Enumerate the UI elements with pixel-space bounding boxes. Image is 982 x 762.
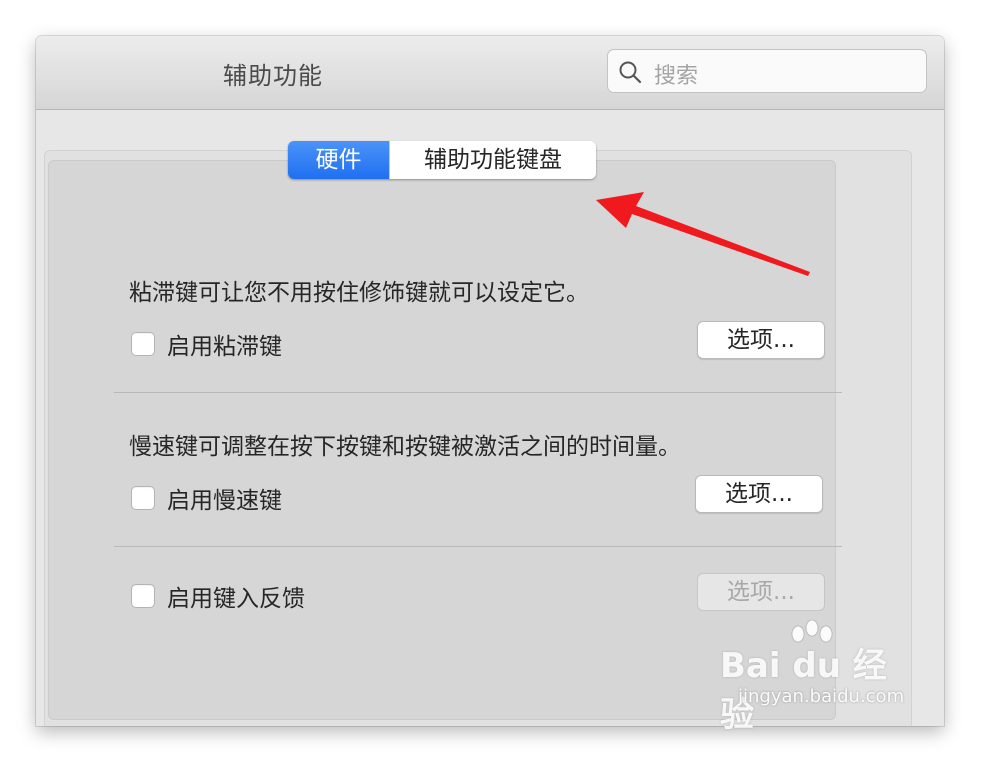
sticky-keys-checkbox[interactable] bbox=[131, 332, 155, 356]
tab-hardware[interactable]: 硬件 bbox=[288, 141, 389, 179]
divider bbox=[114, 546, 842, 547]
search-field[interactable]: 搜索 bbox=[607, 49, 927, 93]
typing-feedback-label[interactable]: 启用键入反馈 bbox=[167, 579, 305, 613]
typing-feedback-options-button: 选项... bbox=[697, 573, 825, 611]
title-bar: 辅助功能 搜索 bbox=[36, 36, 944, 110]
sticky-keys-description: 粘滞键可让您不用按住修饰键就可以设定它。 bbox=[129, 280, 589, 306]
search-placeholder: 搜索 bbox=[654, 64, 699, 89]
divider bbox=[114, 392, 842, 393]
typing-feedback-checkbox[interactable] bbox=[131, 584, 155, 608]
slow-keys-checkbox[interactable] bbox=[131, 486, 155, 510]
segmented-tabs: 硬件 辅助功能键盘 bbox=[288, 141, 596, 179]
sticky-keys-label[interactable]: 启用粘滞键 bbox=[167, 327, 282, 361]
slow-keys-label[interactable]: 启用慢速键 bbox=[167, 481, 282, 515]
baidu-watermark: Bai du 经验 jingyan.baidu.com bbox=[720, 620, 920, 735]
search-icon bbox=[619, 61, 642, 84]
sticky-keys-row: 启用粘滞键 bbox=[131, 327, 282, 361]
sticky-keys-options-button[interactable]: 选项... bbox=[697, 321, 825, 359]
tab-accessibility-keyboard[interactable]: 辅助功能键盘 bbox=[389, 141, 596, 179]
typing-feedback-row: 启用键入反馈 bbox=[131, 579, 305, 613]
slow-keys-row: 启用慢速键 bbox=[131, 481, 282, 515]
slow-keys-options-button[interactable]: 选项... bbox=[695, 475, 823, 513]
watermark-url: jingyan.baidu.com bbox=[738, 686, 905, 707]
window-title: 辅助功能 bbox=[223, 62, 323, 90]
annotation-arrow bbox=[596, 192, 810, 276]
slow-keys-description: 慢速键可调整在按下按键和按键被激活之间的时间量。 bbox=[129, 434, 681, 460]
